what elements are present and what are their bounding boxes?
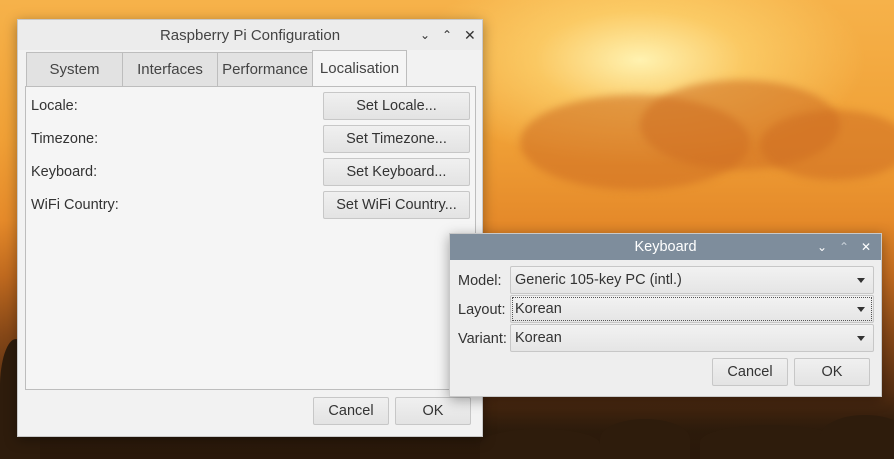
model-value: Generic 105-key PC (intl.) xyxy=(515,272,682,288)
config-titlebar[interactable]: Raspberry Pi Configuration ⌄ ⌃ ✕ xyxy=(18,20,482,50)
dialog-window-controls: ⌄ ⌃ ✕ xyxy=(817,234,871,260)
chevron-up-icon[interactable]: ⌃ xyxy=(442,29,452,41)
wifi-country-label: WiFi Country: xyxy=(31,197,119,213)
set-keyboard-button[interactable]: Set Keyboard... xyxy=(323,158,470,186)
tab-bar: System Interfaces Performance Localisati… xyxy=(26,50,407,86)
tab-interfaces[interactable]: Interfaces xyxy=(122,52,218,86)
ok-button[interactable]: OK xyxy=(395,397,471,425)
dialog-ok-button[interactable]: OK xyxy=(794,358,870,386)
window-title: Raspberry Pi Configuration xyxy=(159,26,341,44)
keyboard-label: Keyboard: xyxy=(31,164,98,180)
tab-system[interactable]: System xyxy=(26,52,123,86)
layout-dropdown[interactable]: Korean xyxy=(510,295,874,323)
triangle-down-icon xyxy=(857,278,865,283)
dialog-title: Keyboard xyxy=(634,239,697,255)
set-timezone-button[interactable]: Set Timezone... xyxy=(323,125,470,153)
tab-localisation[interactable]: Localisation xyxy=(312,50,407,86)
close-icon[interactable]: ✕ xyxy=(861,241,871,253)
set-locale-button[interactable]: Set Locale... xyxy=(323,92,470,120)
model-label: Model: xyxy=(458,273,502,289)
close-icon[interactable]: ✕ xyxy=(464,28,476,42)
chevron-up-icon[interactable]: ⌃ xyxy=(839,241,849,253)
triangle-down-icon xyxy=(857,307,865,312)
keyboard-dialog: Keyboard ⌄ ⌃ ✕ Model: Generic 105-key PC… xyxy=(449,233,882,397)
variant-value: Korean xyxy=(515,330,562,346)
chevron-down-icon[interactable]: ⌄ xyxy=(817,241,827,253)
cancel-button[interactable]: Cancel xyxy=(313,397,389,425)
tab-performance[interactable]: Performance xyxy=(217,52,313,86)
triangle-down-icon xyxy=(857,336,865,341)
layout-label: Layout: xyxy=(458,302,506,318)
set-wifi-country-button[interactable]: Set WiFi Country... xyxy=(323,191,470,219)
config-window: Raspberry Pi Configuration ⌄ ⌃ ✕ System … xyxy=(17,19,483,437)
timezone-label: Timezone: xyxy=(31,131,99,147)
locale-label: Locale: xyxy=(31,98,78,114)
chevron-down-icon[interactable]: ⌄ xyxy=(420,29,430,41)
model-dropdown[interactable]: Generic 105-key PC (intl.) xyxy=(510,266,874,294)
variant-label: Variant: xyxy=(458,331,507,347)
window-controls: ⌄ ⌃ ✕ xyxy=(420,20,476,50)
dialog-cancel-button[interactable]: Cancel xyxy=(712,358,788,386)
localisation-panel: Locale: Set Locale... Timezone: Set Time… xyxy=(25,86,476,390)
variant-dropdown[interactable]: Korean xyxy=(510,324,874,352)
keyboard-titlebar[interactable]: Keyboard ⌄ ⌃ ✕ xyxy=(450,234,881,260)
layout-value: Korean xyxy=(515,301,562,317)
